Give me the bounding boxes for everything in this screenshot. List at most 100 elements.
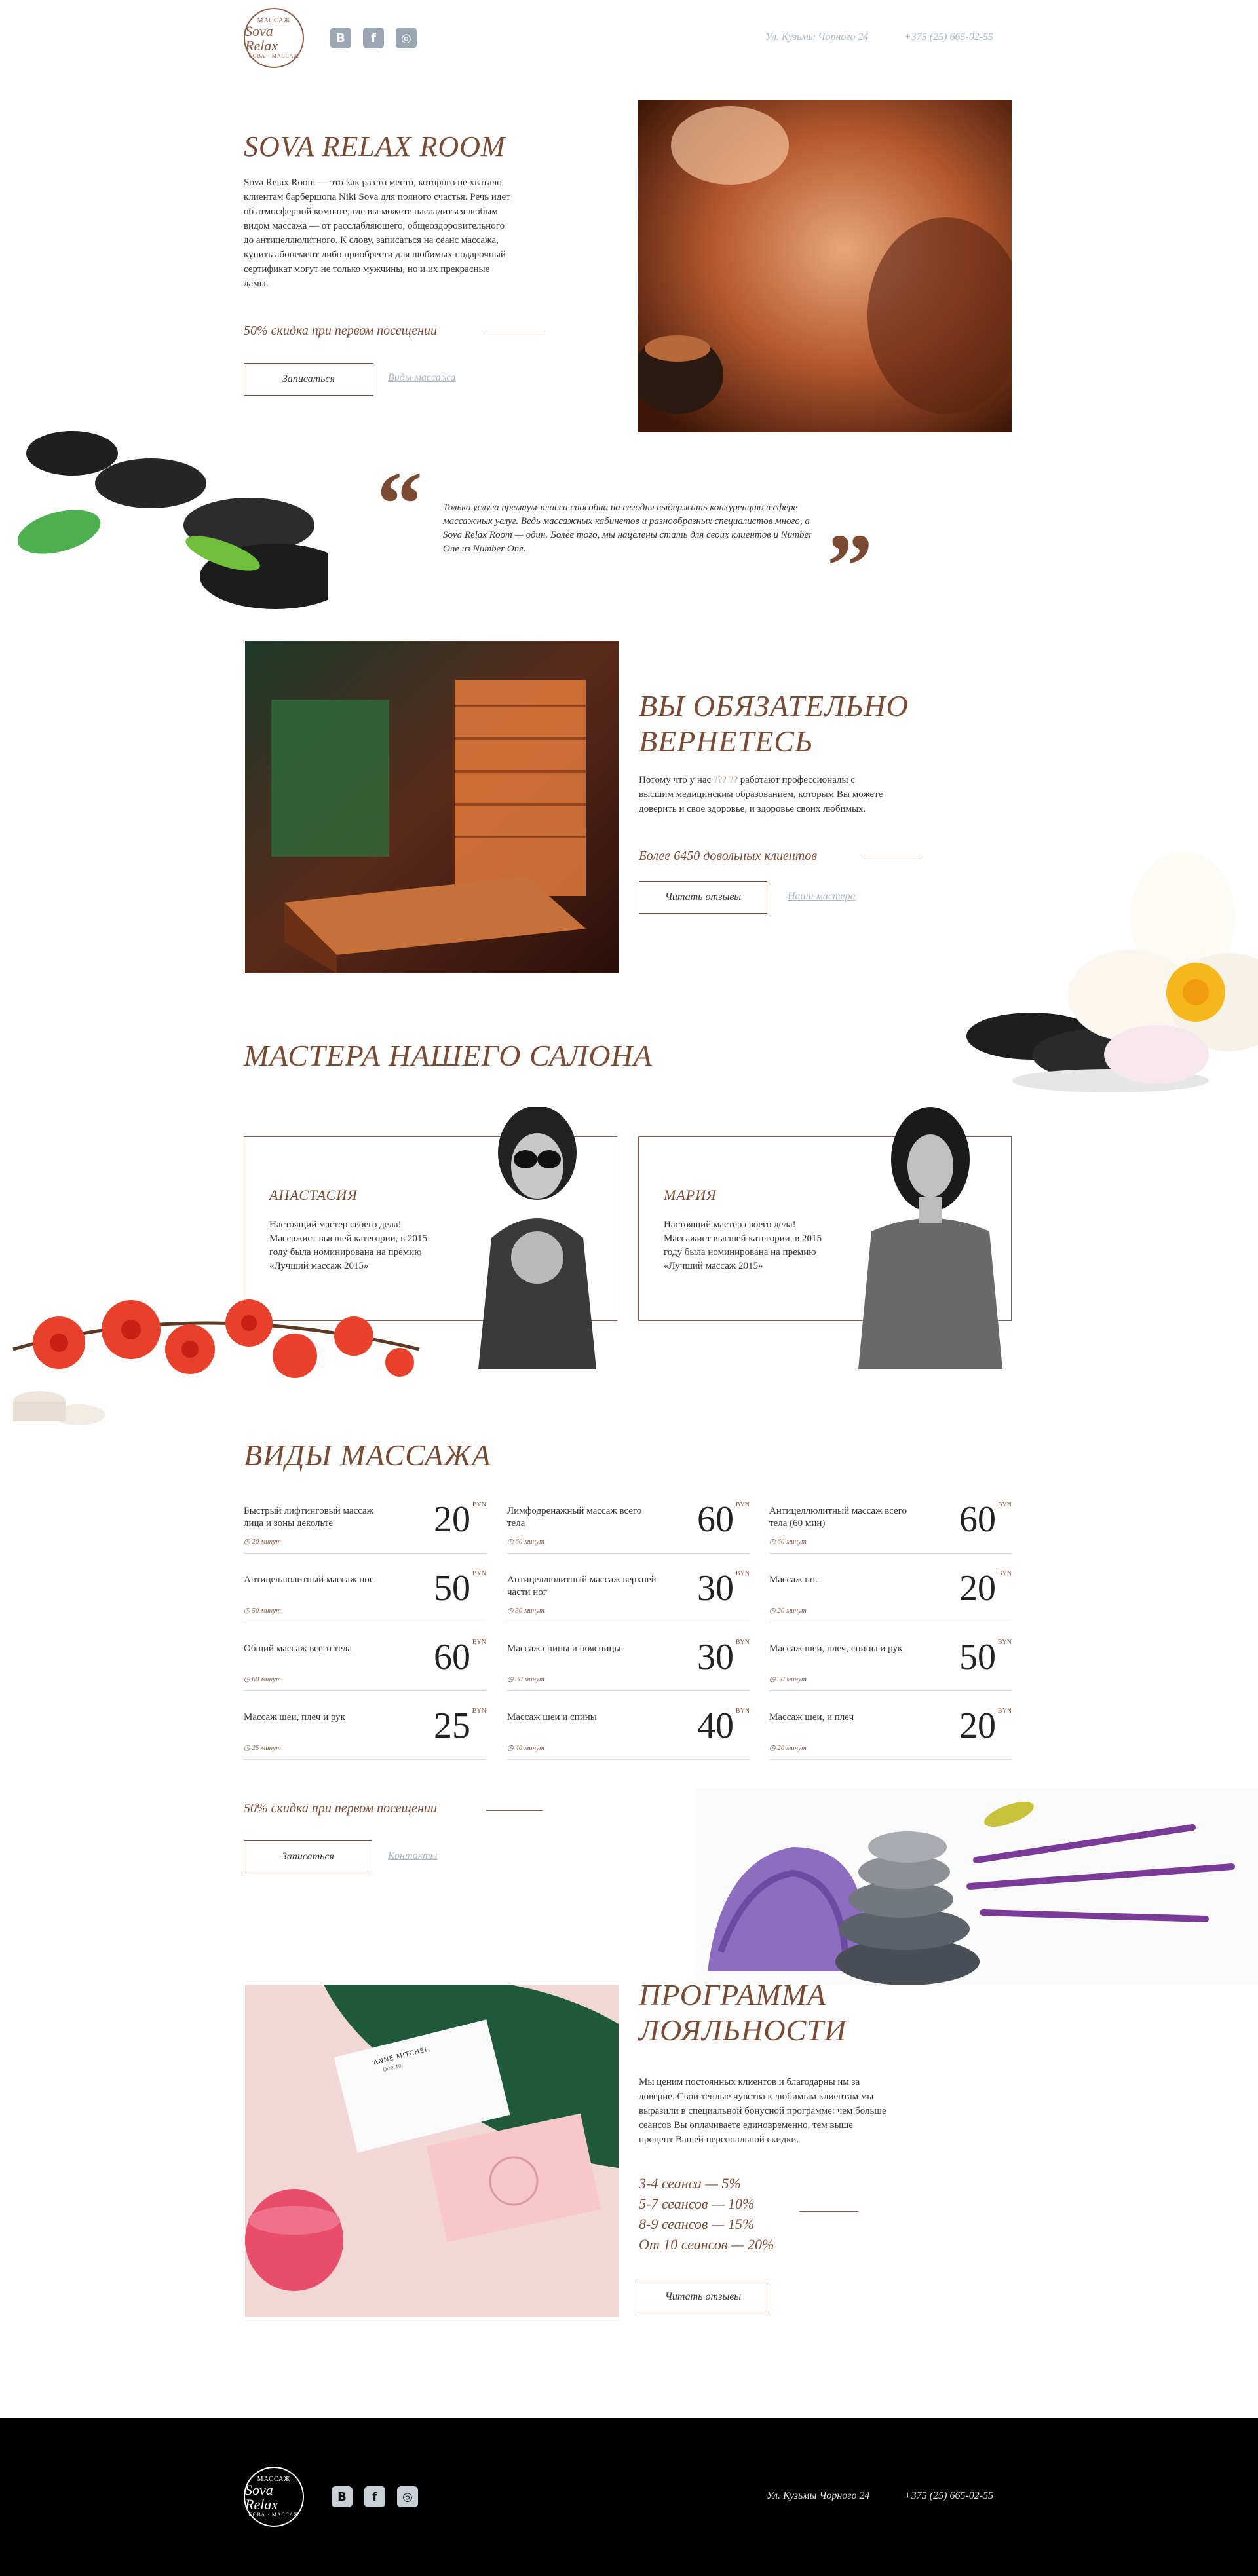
massage-price: 20 xyxy=(434,1499,470,1540)
massage-name: Антицеллюлитный массаж верхней части ног xyxy=(507,1575,657,1597)
footer-logo-bottom-text: СОВА · МАССАЖ xyxy=(248,2512,299,2518)
massage-price: 60 xyxy=(697,1499,734,1540)
massage-title: ВИДЫ МАССАЖА xyxy=(244,1438,491,1472)
quote-text: Только услуга премиум-класса способна на… xyxy=(443,502,813,554)
massage-time: ◷ 60 минут xyxy=(507,1538,544,1546)
massage-price: 25 xyxy=(434,1706,470,1746)
master-description: Настоящий мастер своего дела! Массажист … xyxy=(269,1220,428,1271)
clients-stat: Более 6450 довольных клиентов xyxy=(639,849,817,863)
massage-time: ◷ 20 минут xyxy=(244,1538,281,1546)
massage-room-photo xyxy=(245,641,619,973)
massage-time: ◷ 50 минут xyxy=(769,1675,807,1683)
massage-name: Массаж шеи, плеч и рук xyxy=(244,1712,345,1723)
currency-label: BYN xyxy=(472,1570,486,1577)
clock-icon: ◷ xyxy=(507,1538,516,1546)
footer-logo-script-text: Sova Relax xyxy=(245,2482,278,2512)
currency-label: BYN xyxy=(472,1639,486,1646)
massage-item[interactable]: Антицеллюлитный массаж ног ◷ 50 минут 50… xyxy=(244,1562,486,1622)
book-button-2[interactable]: Записаться xyxy=(244,1840,372,1873)
return-title-line1: ВЫ ОБЯЗАТЕЛЬНО xyxy=(639,689,909,722)
spa-stones-image xyxy=(0,426,351,622)
footer-phone[interactable]: +375 (25) 665-02-55 xyxy=(904,2490,993,2502)
flower-stones-image xyxy=(960,851,1258,1127)
clock-icon: ◷ xyxy=(244,1675,252,1683)
instagram-icon[interactable]: ◎ xyxy=(396,28,417,48)
orchid-candles-image xyxy=(0,1271,452,1441)
read-reviews-button-2[interactable]: Читать отзывы xyxy=(639,2281,767,2313)
massage-price: 60 xyxy=(959,1499,996,1540)
massage-item[interactable]: Быстрый лифтинговый массаж лица и зоны д… xyxy=(244,1493,486,1554)
massage-item[interactable]: Антицеллюлитный массаж всего тела (60 ми… xyxy=(769,1493,1012,1554)
footer-logo[interactable]: МАССАЖ Sova Relax СОВА · МАССАЖ xyxy=(244,2467,304,2527)
footer-address: Ул. Кузьмы Чорного 24 xyxy=(767,2490,870,2501)
massage-types-link[interactable]: Виды массажа xyxy=(388,372,455,384)
clock-icon: ◷ xyxy=(507,1607,516,1615)
currency-label: BYN xyxy=(735,1501,750,1508)
massage-item[interactable]: Массаж шеи, и плеч ◷ 20 минут 20 BYN xyxy=(769,1700,1012,1760)
massage-time: ◷ 30 минут xyxy=(507,1675,544,1683)
massage-price: 30 xyxy=(697,1637,734,1677)
massage-name: Лимфодренажный массаж всего тела xyxy=(507,1506,642,1529)
logo[interactable]: МАССАЖ Sova Relax СОВА · МАССАЖ xyxy=(244,8,304,68)
loyalty-title-line1: ПРОГРАММА xyxy=(639,1978,826,2011)
massage-item[interactable]: Массаж шеи, плеч, спины и рук ◷ 50 минут… xyxy=(769,1631,1012,1691)
read-reviews-button[interactable]: Читать отзывы xyxy=(639,881,767,914)
logo-bottom-text: СОВА · МАССАЖ xyxy=(248,53,299,59)
massage-item[interactable]: Лимфодренажный массаж всего тела ◷ 60 ми… xyxy=(507,1493,750,1554)
massage-time: ◷ 20 минут xyxy=(769,1744,807,1752)
facebook-icon[interactable]: f xyxy=(363,28,384,48)
master-description: Настоящий мастер своего дела! Массажист … xyxy=(664,1220,822,1271)
return-text-link[interactable]: ??? ?? xyxy=(714,775,738,785)
our-masters-link[interactable]: Наши мастера xyxy=(788,891,856,903)
loyalty-tier: 8-9 сеансов — 15% xyxy=(639,2216,755,2232)
masters-title: МАСТЕРА НАШЕГО САЛОНА xyxy=(244,1039,653,1072)
loyalty-tier: 3-4 сеанса — 5% xyxy=(639,2175,741,2192)
loyalty-tier: От 10 сеансов — 20% xyxy=(639,2236,774,2252)
master-photo-maria xyxy=(845,1107,1016,1369)
clock-icon: ◷ xyxy=(769,1538,778,1546)
quote-close-icon: ” xyxy=(827,515,873,617)
contacts-link[interactable]: Контакты xyxy=(388,1850,437,1862)
return-title-line2: ВЕРНЕТЕСЬ xyxy=(639,724,814,758)
massage-item[interactable]: Массаж шеи и спины ◷ 40 минут 40 BYN xyxy=(507,1700,750,1760)
currency-label: BYN xyxy=(997,1501,1012,1508)
vk-icon[interactable]: B xyxy=(332,2486,353,2507)
clock-icon: ◷ xyxy=(244,1538,252,1546)
massage-time: ◷ 25 минут xyxy=(244,1744,281,1752)
currency-label: BYN xyxy=(735,1708,750,1715)
currency-label: BYN xyxy=(997,1570,1012,1577)
instagram-icon[interactable]: ◎ xyxy=(397,2486,418,2507)
footer: МАССАЖ Sova Relax СОВА · МАССАЖ B f ◎ Ул… xyxy=(0,2418,1258,2576)
clock-icon: ◷ xyxy=(244,1744,252,1752)
massage-name: Общий массаж всего тела xyxy=(244,1643,353,1654)
massage-price: 30 xyxy=(697,1568,734,1609)
massage-item[interactable]: Массаж ног ◷ 20 минут 20 BYN xyxy=(769,1562,1012,1622)
loyalty-divider xyxy=(799,2211,858,2212)
massage-item[interactable]: Общий массаж всего тела ◷ 60 минут 60 BY… xyxy=(244,1631,486,1691)
massage-time: ◷ 60 минут xyxy=(769,1538,807,1546)
clock-icon: ◷ xyxy=(769,1675,778,1683)
currency-label: BYN xyxy=(472,1501,486,1508)
loyalty-card-photo: ANNE MITCHEL Director xyxy=(245,1985,619,2317)
hero-discount: 50% скидка при первом посещении xyxy=(244,324,438,338)
currency-label: BYN xyxy=(472,1708,486,1715)
massage-item[interactable]: Массаж шеи, плеч и рук ◷ 25 минут 25 BYN xyxy=(244,1700,486,1760)
massage-price: 60 xyxy=(434,1637,470,1677)
loyalty-tier: 5-7 сеансов — 10% xyxy=(639,2195,755,2212)
vk-icon[interactable]: B xyxy=(330,28,351,48)
clock-icon: ◷ xyxy=(507,1744,516,1752)
loyalty-tier-list: 3-4 сеанса — 5% 5-7 сеансов — 10% 8-9 се… xyxy=(639,2173,774,2254)
return-text-pre: Потому что у нас xyxy=(639,775,714,785)
massage-item[interactable]: Антицеллюлитный массаж верхней части ног… xyxy=(507,1562,750,1622)
massage-name: Антицеллюлитный массаж ног xyxy=(244,1575,373,1585)
header-phone[interactable]: +375 (25) 665-02-55 xyxy=(904,31,993,43)
massage-discount: 50% скидка при первом посещении xyxy=(244,1801,438,1816)
massage-time: ◷ 50 минут xyxy=(244,1607,281,1615)
massage-time: ◷ 40 минут xyxy=(507,1744,544,1752)
facebook-icon[interactable]: f xyxy=(364,2486,385,2507)
hero-text: Sova Relax Room — это как раз то место, … xyxy=(244,177,510,289)
book-button[interactable]: Записаться xyxy=(244,363,373,396)
massage-time: ◷ 60 минут xyxy=(244,1675,281,1683)
massage-item[interactable]: Массаж спины и поясницы ◷ 30 минут 30 BY… xyxy=(507,1631,750,1691)
clock-icon: ◷ xyxy=(769,1744,778,1752)
